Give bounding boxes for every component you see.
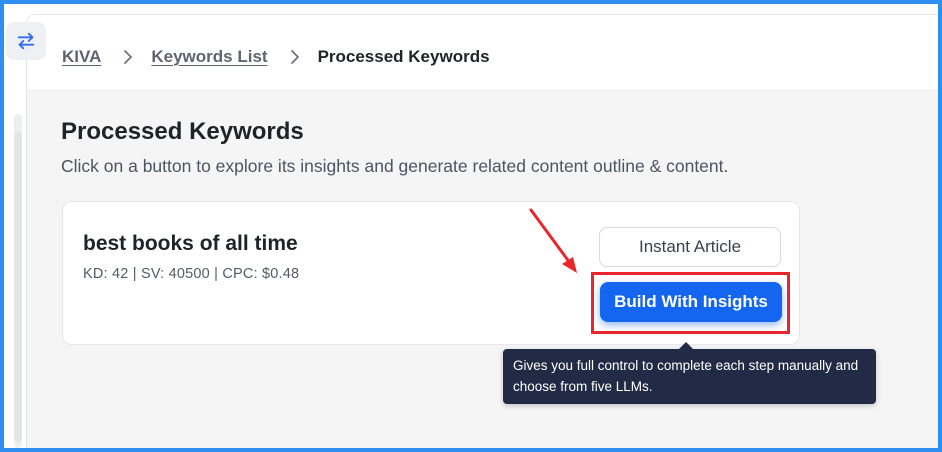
keyword-metrics: KD: 42 | SV: 40500 | CPC: $0.48 bbox=[83, 266, 300, 282]
main-panel: KIVA Keywords List Processed Keywords Pr… bbox=[26, 14, 938, 448]
top-bar: KIVA Keywords List Processed Keywords bbox=[27, 15, 938, 91]
page-subtitle: Click on a button to explore its insight… bbox=[61, 156, 729, 176]
breadcrumb: KIVA Keywords List Processed Keywords bbox=[62, 47, 490, 67]
tooltip: Gives you full control to complete each … bbox=[503, 342, 876, 404]
keyword-card: best books of all time KD: 42 | SV: 4050… bbox=[62, 201, 800, 345]
swap-arrows-icon bbox=[17, 32, 35, 50]
chevron-right-icon bbox=[123, 50, 133, 64]
page-title: Processed Keywords bbox=[61, 118, 304, 145]
tooltip-text: Gives you full control to complete each … bbox=[513, 358, 859, 394]
breadcrumb-link-kiva[interactable]: KIVA bbox=[62, 47, 101, 67]
build-with-insights-button[interactable]: Build With Insights bbox=[600, 282, 782, 322]
keyword-title: best books of all time bbox=[83, 232, 298, 255]
tooltip-arrow bbox=[679, 342, 693, 349]
screenshot-frame: KIVA Keywords List Processed Keywords Pr… bbox=[0, 0, 942, 452]
sidebar-toggle-button[interactable] bbox=[6, 22, 46, 60]
scrollbar-thumb[interactable] bbox=[14, 132, 22, 442]
breadcrumb-current: Processed Keywords bbox=[317, 47, 490, 66]
breadcrumb-link-keywords-list[interactable]: Keywords List bbox=[151, 47, 267, 67]
instant-article-button[interactable]: Instant Article bbox=[599, 227, 781, 267]
chevron-right-icon bbox=[290, 50, 300, 64]
